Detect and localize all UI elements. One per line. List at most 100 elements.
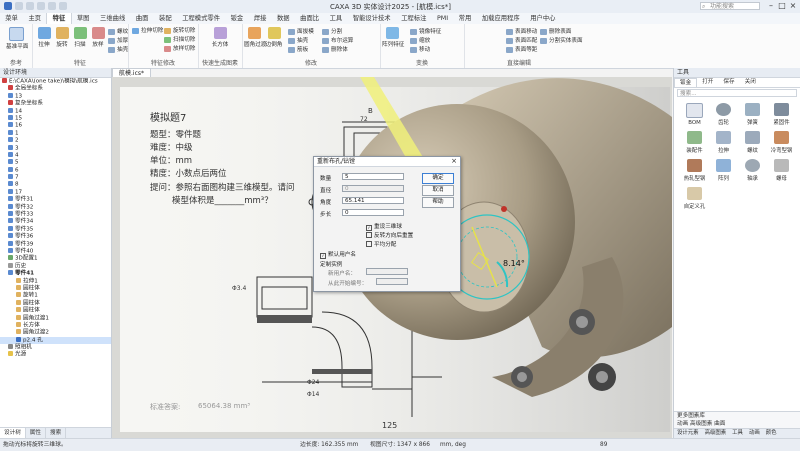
step-input[interactable]: 0	[342, 209, 404, 216]
new-file-icon[interactable]	[15, 2, 23, 10]
split-face-button[interactable]: 分割实体表面	[540, 37, 583, 45]
tool-pattern[interactable]: 阵列	[709, 157, 738, 185]
open-file-icon[interactable]	[26, 2, 34, 10]
tab-design-tree[interactable]: 设计树	[0, 428, 26, 438]
move-button[interactable]: 移动	[410, 46, 430, 54]
tool-cold-formed-steel[interactable]: 冷弯型钢	[767, 129, 796, 157]
tab-tools[interactable]: 工具	[324, 13, 347, 24]
tab-data[interactable]: 数据	[272, 13, 295, 24]
default-username-checkbox[interactable]: ✓ 默认用户名	[320, 250, 356, 259]
reset-3d-ball-checkbox[interactable]: ✓ 重设三维球	[366, 222, 402, 231]
tree-feature[interactable]: 圆角过渡1	[0, 314, 111, 322]
help-button[interactable]: 帮助	[422, 197, 454, 208]
save-icon[interactable]	[37, 2, 45, 10]
extrude-button[interactable]: 拉伸	[34, 27, 54, 48]
tab-annotation[interactable]: 工程标注	[396, 13, 432, 24]
tool-thread[interactable]: 螺纹	[738, 129, 767, 157]
tree-feature[interactable]: 圆角过渡2	[0, 329, 111, 336]
shell-button[interactable]: 抽壳	[108, 46, 128, 54]
tab-common[interactable]: 常用	[453, 13, 476, 24]
reverse-direction-checkbox[interactable]: 反转方向后重置	[366, 231, 413, 239]
tree-item[interactable]: 16	[0, 122, 111, 129]
tool-hot-rolled-steel[interactable]: 热轧型钢	[680, 157, 709, 185]
pattern-feature-button[interactable]: 阵列特征	[382, 27, 404, 48]
tool-nut[interactable]: 螺母	[767, 157, 796, 185]
tree-item[interactable]: 全局坐标系	[0, 85, 111, 92]
dialog-close-icon[interactable]: ×	[451, 157, 457, 166]
tree-feature[interactable]: 拉伸1	[0, 277, 111, 285]
tab-surface-ratio[interactable]: 曲面比	[295, 13, 324, 24]
undo-icon[interactable]	[48, 2, 56, 10]
face-offset-button[interactable]: 表面等距	[506, 46, 537, 54]
tab-menu[interactable]: 菜单	[0, 13, 23, 24]
tool-gear[interactable]: 齿轮	[709, 101, 738, 129]
tree-root[interactable]: E:\CAXA\(one take)\模拟\航模.ics	[0, 78, 111, 85]
tree-item[interactable]: 零件35	[0, 225, 111, 233]
tree-item-active-part[interactable]: 零件41	[0, 270, 111, 277]
extrude-cut-button[interactable]: 拉伸切除	[132, 27, 163, 35]
distribute-evenly-checkbox[interactable]: 平均分配	[366, 240, 396, 248]
library-items[interactable]: 动画 高级图素 曲面	[674, 420, 800, 428]
tab-search[interactable]: 搜索	[46, 428, 67, 438]
library-item[interactable]: 高级图素	[690, 421, 712, 427]
tab-sheet-metal[interactable]: 钣金	[225, 13, 248, 24]
split-button[interactable]: 分割	[322, 28, 342, 36]
tree-item[interactable]: 4	[0, 151, 111, 159]
face-match-button[interactable]: 表面匹配	[506, 37, 537, 45]
tool-bearing[interactable]: 轴承	[738, 157, 767, 185]
redo-icon[interactable]	[59, 2, 67, 10]
modify-shell-button[interactable]: 抽壳	[288, 37, 308, 45]
tab-sheet-metal-lib[interactable]: 钣金	[674, 78, 698, 87]
tab-surface[interactable]: 曲面	[131, 13, 154, 24]
tree-feature[interactable]: 旋转1	[0, 292, 111, 299]
tab-user-center[interactable]: 用户中心	[525, 13, 561, 24]
tree-item[interactable]: 零件33	[0, 211, 111, 218]
tab-open[interactable]: 打开	[697, 78, 718, 87]
tree-item[interactable]: 复杂坐标系	[0, 100, 111, 107]
delete-body-button[interactable]: 删除体	[322, 46, 348, 54]
tools-search-input[interactable]: 搜索...	[677, 89, 797, 97]
tab-animation[interactable]: 动画	[746, 429, 763, 438]
tool-fastener[interactable]: 紧固件	[767, 101, 796, 129]
tab-smart-design[interactable]: 智能设计技术	[348, 13, 396, 24]
tree-item[interactable]: 零件39	[0, 240, 111, 248]
tree-item[interactable]: 13	[0, 92, 111, 100]
loft-cut-button[interactable]: 放样切除	[164, 45, 195, 53]
minimize-button[interactable]: –	[766, 1, 776, 11]
tree-item[interactable]: 零件31	[0, 196, 111, 203]
ok-button[interactable]: 确定	[422, 173, 454, 184]
tab-advanced-primitives[interactable]: 高级图素	[702, 429, 730, 438]
tree-item[interactable]: 5	[0, 159, 111, 166]
loft-button[interactable]: 放样	[88, 27, 108, 48]
cancel-button[interactable]: 取消	[422, 185, 454, 196]
close-button[interactable]: ×	[788, 1, 798, 11]
maximize-button[interactable]: □	[777, 1, 787, 11]
library-item[interactable]: 曲面	[714, 421, 725, 427]
thread-button[interactable]: 螺纹	[108, 28, 128, 36]
tree-feature[interactable]: 圆柱体	[0, 307, 111, 314]
tree-item[interactable]: 17	[0, 188, 111, 196]
tab-3d-curve[interactable]: 三维曲线	[95, 13, 131, 24]
feature-search-input[interactable]: ⌕ 功能搜索	[700, 2, 760, 10]
app-logo-icon[interactable]	[4, 2, 12, 10]
tool-assembly[interactable]: 装配件	[680, 129, 709, 157]
tree-item[interactable]: 6	[0, 166, 111, 174]
chamfer-button[interactable]: 边倒角	[264, 27, 284, 48]
tab-sketch[interactable]: 草图	[72, 13, 95, 24]
delete-face-button[interactable]: 删除表面	[540, 28, 571, 36]
tab-weld[interactable]: 焊接	[248, 13, 271, 24]
box-button[interactable]: 长方体	[210, 27, 230, 48]
tab-engineering-part[interactable]: 工程模式零件	[177, 13, 225, 24]
face-move-button[interactable]: 表面移动	[506, 28, 537, 36]
design-tree[interactable]: E:\CAXA\(one take)\模拟\航模.ics 全局坐标系 13 复杂…	[0, 78, 111, 418]
new-username-input[interactable]	[366, 268, 408, 275]
tree-item[interactable]: 光源	[0, 351, 111, 358]
tree-item[interactable]: 历史	[0, 262, 111, 270]
tab-close[interactable]: 关闭	[740, 78, 761, 87]
rib-button[interactable]: 筋板	[288, 46, 308, 54]
tree-item[interactable]: 15	[0, 114, 111, 122]
tree-item[interactable]: 零件32	[0, 203, 111, 211]
revolve-cut-button[interactable]: 旋转切除	[164, 27, 195, 35]
tree-feature[interactable]: 圆柱体	[0, 284, 111, 292]
tree-item[interactable]: 零件34	[0, 218, 111, 225]
